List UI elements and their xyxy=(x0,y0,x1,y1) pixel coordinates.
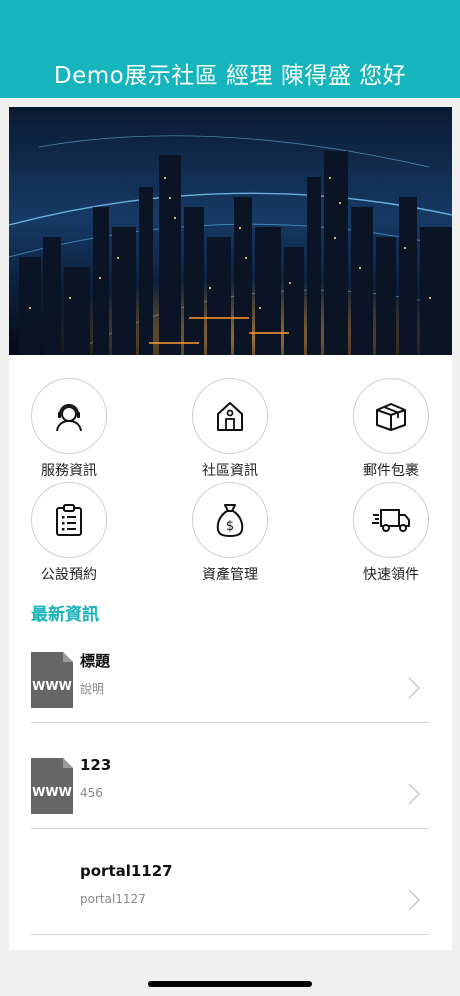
www-file-icon: WWW xyxy=(31,652,73,708)
asset-management-label: 資產管理 xyxy=(202,567,258,583)
package-box-icon xyxy=(376,403,406,431)
menu-community-info[interactable]: 社區資訊 xyxy=(175,378,285,479)
menu-mail-package[interactable]: 郵件包裹 xyxy=(336,378,446,479)
menu-quick-pickup[interactable]: 快速領件 xyxy=(336,482,446,583)
clipboard-list-icon xyxy=(56,504,82,536)
asset-management-circle: $ xyxy=(192,482,268,558)
svg-text:WWW: WWW xyxy=(32,679,72,693)
mail-package-label: 郵件包裹 xyxy=(363,463,419,479)
facility-booking-circle xyxy=(31,482,107,558)
city-banner-image xyxy=(9,107,452,355)
community-info-label: 社區資訊 xyxy=(202,463,258,479)
community-info-circle xyxy=(192,378,268,454)
chevron-right-icon xyxy=(408,677,421,699)
svg-text:WWW: WWW xyxy=(32,785,72,799)
news-title: 標題 xyxy=(80,652,111,670)
chevron-right-icon xyxy=(408,783,421,805)
quick-pickup-label: 快速領件 xyxy=(363,567,419,583)
home-indicator[interactable] xyxy=(148,981,312,987)
facility-booking-label: 公設預約 xyxy=(41,567,97,583)
news-item[interactable]: WWW 標題 說明 xyxy=(31,617,429,723)
service-info-label: 服務資訊 xyxy=(41,463,97,479)
quick-pickup-circle xyxy=(353,482,429,558)
news-title: portal1127 xyxy=(80,862,173,880)
menu-service-info[interactable]: 服務資訊 xyxy=(14,378,124,479)
app-header: Demo展示社區 經理 陳得盛 您好 xyxy=(0,0,460,98)
mail-package-circle xyxy=(353,378,429,454)
main-card: 服務資訊 社區資訊 郵件包裹 公設預約 $ 資產管理 快速領件 最新資訊 WWW… xyxy=(9,107,452,950)
menu-asset-management[interactable]: $ 資產管理 xyxy=(175,482,285,583)
svg-text:$: $ xyxy=(226,519,234,534)
news-title: 123 xyxy=(80,756,112,774)
chevron-right-icon xyxy=(408,889,421,911)
blank-thumbnail xyxy=(31,864,73,920)
header-title: Demo展示社區 經理 陳得盛 您好 xyxy=(53,63,407,89)
news-description: 說明 xyxy=(80,682,105,696)
news-item[interactable]: WWW 123 456 xyxy=(31,723,429,829)
delivery-truck-icon xyxy=(372,509,410,532)
news-item[interactable]: portal1127 portal1127 xyxy=(31,829,429,935)
money-bag-icon: $ xyxy=(216,504,244,538)
menu-facility-booking[interactable]: 公設預約 xyxy=(14,482,124,583)
news-description: portal1127 xyxy=(80,892,146,906)
www-file-icon: WWW xyxy=(31,758,73,814)
news-description: 456 xyxy=(80,786,103,800)
house-icon xyxy=(217,402,243,431)
headset-person-icon xyxy=(56,404,82,432)
service-info-circle xyxy=(31,378,107,454)
